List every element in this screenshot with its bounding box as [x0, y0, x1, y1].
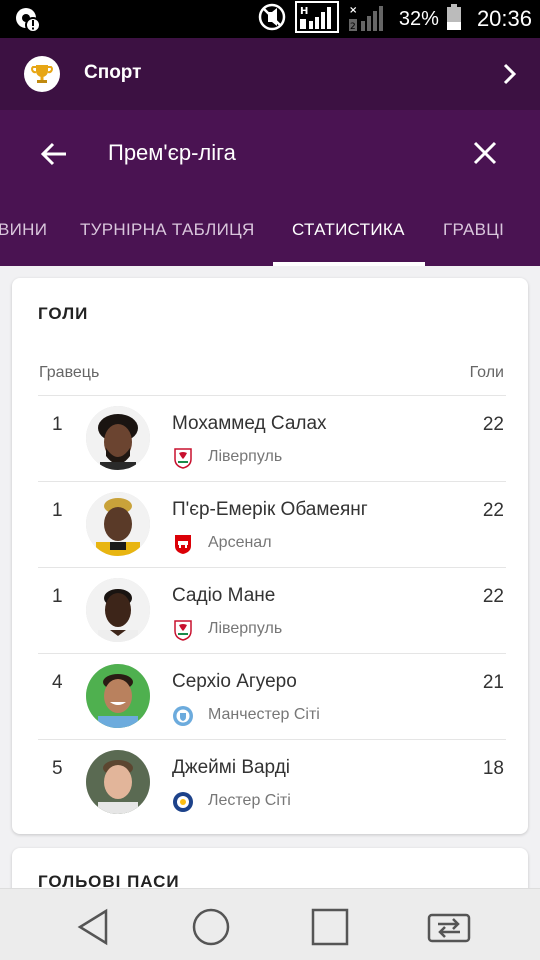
home-nav-icon[interactable]	[191, 907, 231, 947]
goals-count: 18	[482, 758, 504, 779]
rank: 1	[52, 500, 63, 521]
arsenal-crest-icon	[172, 533, 194, 555]
column-header-player: Гравець	[39, 364, 100, 381]
player-name: П'єр-Емерік Обамеянг	[172, 499, 368, 520]
player-name: Садіо Мане	[172, 585, 276, 606]
avatar	[86, 664, 150, 728]
switch-sim-icon[interactable]	[426, 907, 471, 947]
back-arrow-icon[interactable]	[38, 138, 70, 170]
liverpool-crest-icon	[172, 447, 194, 469]
tab-news[interactable]: ВИНИ	[0, 220, 47, 240]
table-row[interactable]: 4 Серхіо Агуеро Манчестер Сіті 21	[38, 653, 506, 739]
goals-count: 22	[482, 500, 504, 521]
mute-icon	[257, 2, 287, 37]
goals-count: 22	[482, 586, 504, 607]
active-tab-indicator	[273, 262, 425, 266]
trophy-icon	[24, 56, 60, 92]
player-name: Серхіо Агуеро	[172, 671, 297, 692]
rank: 5	[52, 758, 63, 779]
table-row[interactable]: 1 П'єр-Емерік Обамеянг Арсенал 22	[38, 481, 506, 567]
app-bar[interactable]: Спорт	[0, 38, 540, 110]
signal-sim1-icon: H	[294, 0, 339, 38]
man-city-crest-icon	[172, 705, 194, 727]
leicester-crest-icon	[172, 791, 194, 813]
club-name: Лестер Сіті	[208, 792, 291, 809]
clock: 20:36	[476, 6, 532, 31]
avatar	[86, 406, 150, 470]
chevron-right-icon[interactable]	[502, 62, 518, 91]
svg-text:×: ×	[349, 5, 357, 16]
tab-players[interactable]: ГРАВЦІ	[443, 220, 504, 240]
goals-count: 22	[482, 414, 504, 435]
table-row[interactable]: 1 Мохаммед Салах Ліверпуль 22	[38, 395, 506, 481]
table-row[interactable]: 1 Садіо Мане Ліверпуль 22	[38, 567, 506, 653]
column-header-goals: Голи	[469, 364, 504, 381]
close-icon[interactable]	[470, 138, 500, 168]
avatar	[86, 750, 150, 814]
app-title: Спорт	[84, 62, 142, 83]
club-name: Ліверпуль	[208, 448, 283, 465]
club-name: Ліверпуль	[208, 620, 283, 637]
svg-text:H: H	[300, 6, 308, 17]
battery-icon	[445, 3, 463, 36]
back-nav-icon[interactable]	[74, 907, 114, 947]
system-nav-bar	[0, 888, 540, 960]
rank: 1	[52, 586, 63, 607]
avatar	[86, 492, 150, 556]
status-bar: H × 2 32% 20:36	[0, 0, 540, 38]
search-header: Прем'єр-ліга	[0, 110, 540, 202]
card-title: ГОЛИ	[38, 304, 89, 323]
table-row[interactable]: 5 Джеймі Варді Лестер Сіті 18	[38, 739, 506, 825]
recents-nav-icon[interactable]	[310, 907, 350, 947]
avatar	[86, 578, 150, 642]
goals-card: ГОЛИ Гравець Голи 1 Мохаммед Салах Лівер…	[12, 278, 528, 834]
player-name: Мохаммед Салах	[172, 413, 327, 434]
liverpool-crest-icon	[172, 619, 194, 641]
notification-icon	[14, 6, 42, 39]
rank: 1	[52, 414, 63, 435]
goals-count: 21	[482, 672, 504, 693]
club-name: Манчестер Сіті	[208, 706, 320, 723]
battery-percent: 32%	[398, 7, 439, 30]
club-name: Арсенал	[208, 534, 272, 551]
tab-bar: ВИНИ ТУРНІРНА ТАБЛИЦЯ СТАТИСТИКА ГРАВЦІ	[0, 202, 540, 266]
search-query[interactable]: Прем'єр-ліга	[108, 140, 236, 166]
player-name: Джеймі Варді	[172, 757, 290, 778]
signal-sim2-icon: × 2	[347, 1, 391, 38]
svg-text:2: 2	[350, 22, 356, 32]
tab-statistics[interactable]: СТАТИСТИКА	[292, 220, 405, 240]
rank: 4	[52, 672, 63, 693]
tab-standings[interactable]: ТУРНІРНА ТАБЛИЦЯ	[80, 220, 255, 240]
